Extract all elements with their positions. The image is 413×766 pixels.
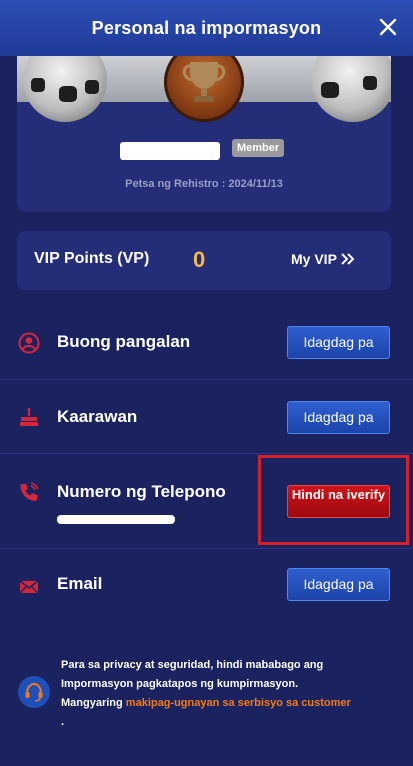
phone-icon — [18, 481, 40, 503]
double-chevron-right-icon — [341, 253, 355, 265]
page-title: Personal na impormasyon — [91, 17, 322, 38]
privacy-note: Para sa privacy at seguridad, hindi maba… — [61, 656, 351, 732]
vip-points-value: 0 — [193, 247, 206, 272]
phone-number-redacted — [57, 515, 175, 524]
field-row-fullname: Buong pangalan Idagdag pa — [0, 308, 413, 380]
field-label: Numero ng Telepono — [57, 482, 226, 501]
field-label: Buong pangalan — [57, 332, 191, 351]
contact-support-link[interactable]: makipag-ugnayan sa serbisyo sa customer — [126, 697, 351, 709]
member-badge: Member — [232, 139, 285, 157]
headset-icon — [18, 676, 50, 708]
field-label: Email — [57, 574, 103, 593]
add-birthday-button[interactable]: Idagdag pa — [287, 401, 390, 434]
field-row-email: Email Idagdag pa — [0, 549, 413, 619]
content-scroll[interactable]: Member Petsa ng Rehistro : 2024/11/13 VI… — [0, 56, 413, 766]
privacy-text-end: . — [61, 716, 65, 728]
registration-date: Petsa ng Rehistro : 2024/11/13 — [125, 178, 283, 190]
username-redacted — [120, 142, 220, 160]
add-email-button[interactable]: Idagdag pa — [287, 568, 390, 601]
user-circle-icon — [18, 332, 40, 354]
my-vip-link[interactable]: My VIP — [291, 251, 355, 267]
field-row-birthday: Kaarawan Idagdag pa — [0, 380, 413, 454]
avatar-trophy-icon — [164, 56, 244, 122]
header-bar: Personal na impormasyon — [0, 0, 413, 56]
cake-icon — [18, 406, 40, 428]
my-vip-label: My VIP — [291, 251, 337, 267]
mail-icon — [18, 576, 40, 598]
profile-card: Member Petsa ng Rehistro : 2024/11/13 — [17, 56, 391, 212]
soccer-ball-image — [23, 56, 107, 122]
vip-card: VIP Points (VP) 0 My VIP — [17, 231, 391, 290]
close-icon[interactable] — [375, 14, 401, 40]
field-label: Kaarawan — [57, 407, 138, 426]
soccer-ball-image — [311, 56, 391, 122]
vip-points-label: VIP Points (VP) — [34, 250, 150, 267]
highlight-box — [258, 455, 409, 545]
add-fullname-button[interactable]: Idagdag pa — [287, 326, 390, 359]
